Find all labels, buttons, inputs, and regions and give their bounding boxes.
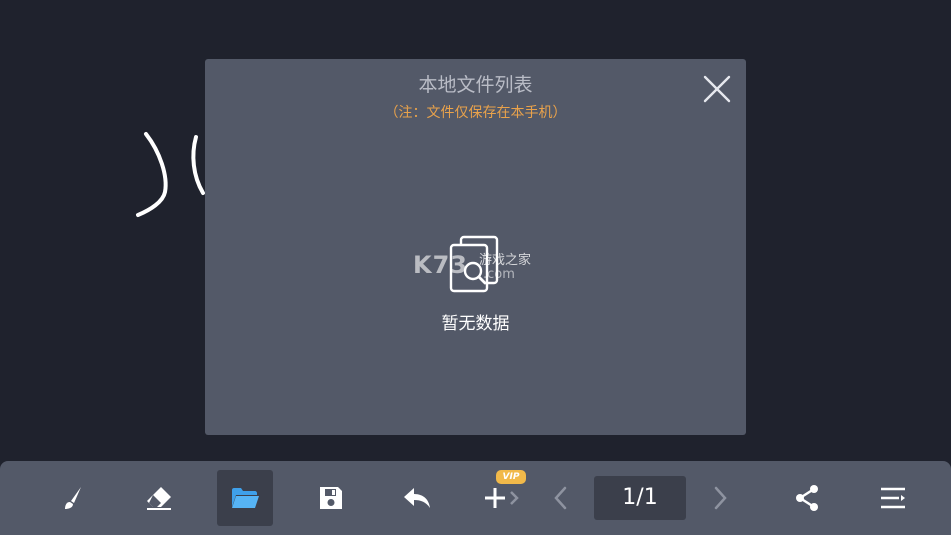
- eraser-icon: [147, 487, 171, 510]
- menu-button[interactable]: [865, 470, 921, 526]
- undo-icon: [404, 488, 430, 508]
- bottom-toolbar: VIP 1/1: [0, 461, 951, 535]
- chevron-left-icon: [554, 486, 567, 510]
- undo-button[interactable]: [389, 470, 445, 526]
- open-file-button[interactable]: [217, 470, 273, 526]
- vip-badge: VIP: [496, 470, 526, 484]
- local-file-list-dialog: 本地文件列表 （注：文件仅保存在本手机） K73 游戏之家 .com 暂无数据: [205, 59, 746, 435]
- svg-text:游戏之家: 游戏之家: [479, 252, 531, 268]
- empty-state-text: 暂无数据: [441, 314, 510, 334]
- share-icon: [796, 485, 818, 511]
- watermark-logo: K73 游戏之家 .com: [413, 251, 531, 281]
- svg-text:K73: K73: [413, 251, 468, 279]
- eraser-button[interactable]: [131, 470, 187, 526]
- previous-page-button[interactable]: [533, 470, 589, 526]
- dialog-note: （注：文件仅保存在本手机）: [384, 105, 567, 121]
- dialog-title: 本地文件列表: [418, 74, 533, 96]
- brush-button[interactable]: [45, 470, 101, 526]
- menu-icon: [881, 487, 905, 509]
- save-icon: [320, 487, 342, 509]
- page-indicator[interactable]: 1/1: [594, 476, 686, 520]
- next-page-button[interactable]: [692, 470, 748, 526]
- save-button[interactable]: [303, 470, 359, 526]
- svg-text:.com: .com: [483, 267, 515, 281]
- close-button[interactable]: [702, 74, 732, 104]
- share-button[interactable]: [779, 470, 835, 526]
- brush-icon: [65, 487, 81, 509]
- add-page-icon: [485, 488, 519, 508]
- chevron-right-icon: [714, 486, 727, 510]
- folder-open-icon: [232, 488, 259, 508]
- close-icon: [703, 75, 731, 103]
